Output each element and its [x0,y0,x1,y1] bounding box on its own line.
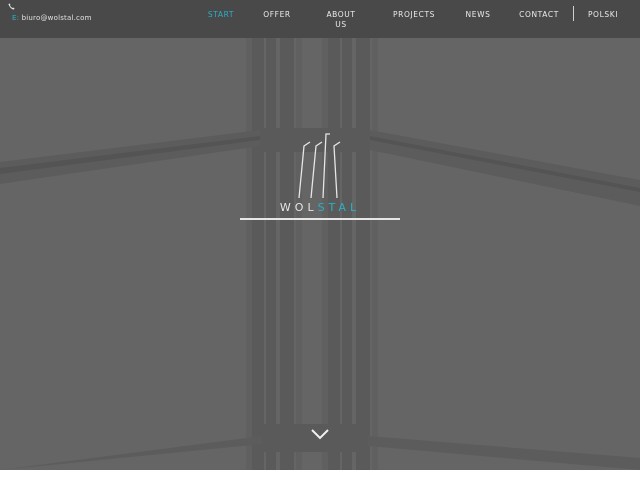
chevron-down-icon[interactable] [310,428,330,440]
nav-about-us[interactable]: ABOUT US [324,10,358,30]
nav-projects[interactable]: PROJECTS [388,10,440,20]
top-bar: E: biuro@wolstal.com START OFFER ABOUT U… [0,0,640,38]
logo-wordmark: WOLSTAL [240,201,400,214]
language-switch[interactable]: POLSKI [584,10,622,20]
nav-divider [573,6,574,21]
nav-start[interactable]: START [204,10,238,20]
logo-text-accent: STAL [317,201,361,214]
page-bottom [0,470,640,480]
main-nav: START OFFER ABOUT US PROJECTS NEWS CONTA… [0,0,640,38]
steel-frame-background [0,38,640,470]
nav-contact[interactable]: CONTACT [515,10,563,20]
wolstal-logo: WOLSTAL [240,132,400,222]
hero-section [0,38,640,470]
logo-text-plain: WOL [279,201,318,214]
nav-offer[interactable]: OFFER [260,10,294,20]
logo-underline [240,218,400,220]
logo-mark-icon [298,133,341,198]
nav-news[interactable]: NEWS [462,10,494,20]
